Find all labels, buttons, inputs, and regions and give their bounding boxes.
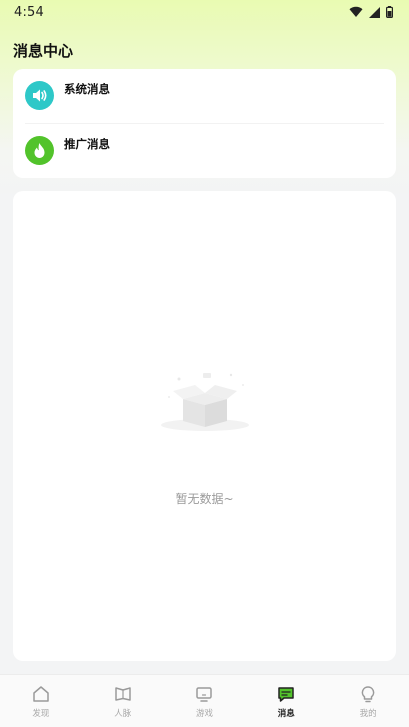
bulb-icon	[358, 684, 378, 704]
bottom-tab-bar: 发现 人脉 游戏 消息 我的	[0, 674, 409, 727]
home-icon	[31, 684, 51, 704]
signal-icon	[369, 6, 380, 18]
tab-label: 我的	[359, 709, 377, 719]
tab-label: 发现	[32, 709, 50, 719]
message-item-label: 推广消息	[64, 137, 110, 151]
status-bar: 4:54	[0, 0, 409, 24]
status-icons	[349, 6, 393, 18]
page-title: 消息中心	[13, 42, 74, 60]
message-item-promotion[interactable]: 推广消息	[13, 124, 396, 178]
empty-state-text: 暂无数据~	[175, 492, 234, 506]
tab-label: 游戏	[195, 709, 213, 719]
tab-games[interactable]: 游戏	[164, 675, 246, 727]
tab-contacts[interactable]: 人脉	[82, 675, 164, 727]
message-category-card: 系统消息 推广消息	[13, 69, 396, 178]
empty-state-card: 暂无数据~	[13, 191, 396, 661]
empty-box-illustration	[161, 373, 249, 431]
wifi-icon	[349, 6, 363, 18]
tab-label: 消息	[277, 709, 295, 719]
battery-icon	[386, 6, 393, 18]
message-item-system[interactable]: 系统消息	[13, 69, 396, 123]
status-time: 4:54	[14, 4, 44, 20]
tab-discover[interactable]: 发现	[0, 675, 82, 727]
tab-messages[interactable]: 消息	[245, 675, 327, 727]
message-item-label: 系统消息	[64, 82, 110, 96]
screen: 4:54 消息中心 系统消息 推广消息 暂无数据~ 发现 人脉 游戏 消息 我的	[0, 0, 409, 727]
message-icon	[276, 684, 296, 704]
monitor-icon	[194, 684, 214, 704]
tab-profile[interactable]: 我的	[327, 675, 409, 727]
tab-label: 人脉	[114, 709, 132, 719]
book-icon	[113, 684, 133, 704]
speaker-icon	[25, 81, 54, 110]
flame-icon	[25, 136, 54, 165]
